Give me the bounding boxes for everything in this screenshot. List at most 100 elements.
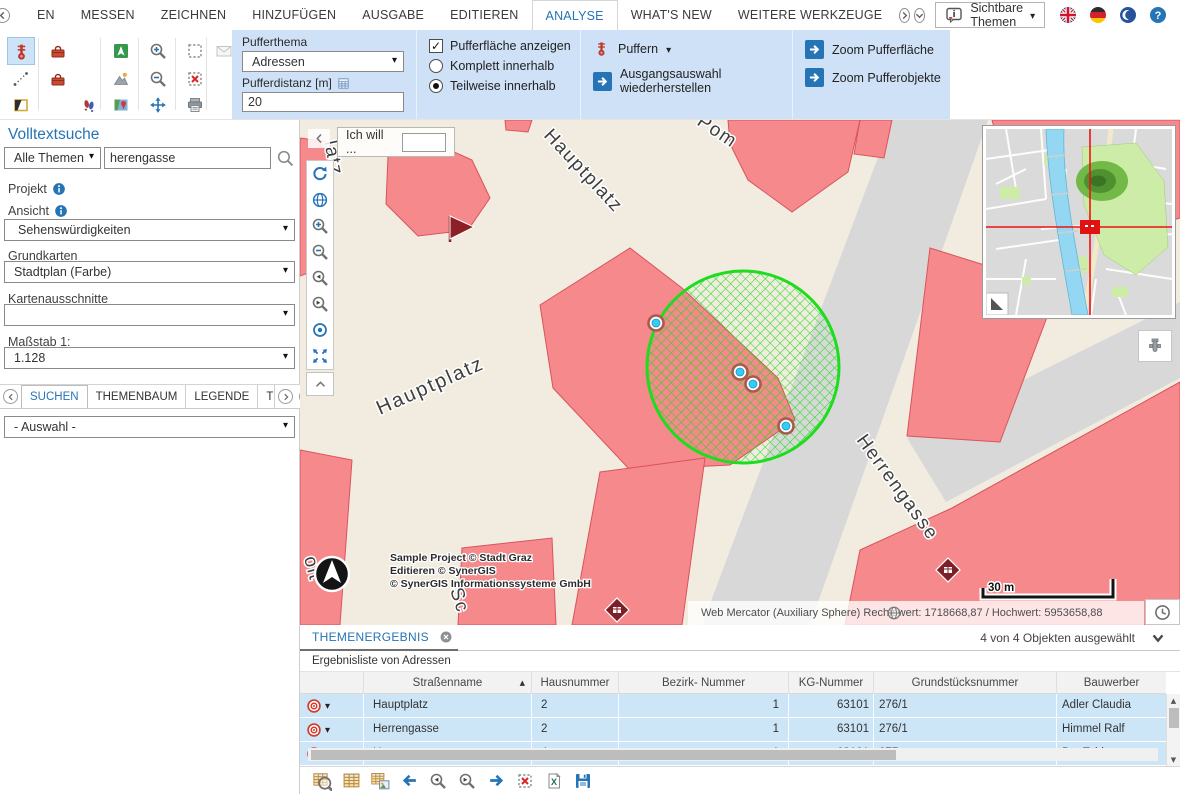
scrollbar-thumb[interactable] [1169, 708, 1179, 728]
buffer-tool-button[interactable] [8, 38, 34, 64]
ansicht-select[interactable]: Sehenswürdigkeiten [4, 219, 295, 241]
globe-full-extent-button[interactable] [307, 187, 333, 213]
calculator-icon[interactable] [337, 77, 350, 90]
komplett-innerhalb-radio[interactable] [429, 59, 443, 73]
search-scope-select[interactable]: Alle Themen [4, 147, 101, 169]
menu-item-zeichnen[interactable]: ZEICHNEN [148, 0, 240, 30]
puffern-button[interactable]: Puffern [593, 40, 792, 57]
full-extent-expand-button[interactable] [307, 343, 333, 369]
anchor-tool-button[interactable] [1138, 330, 1172, 362]
zoom-out-button[interactable] [145, 66, 171, 92]
swipe-map-button[interactable] [8, 92, 34, 118]
save-results-button[interactable] [573, 771, 593, 791]
collapse-sidebar-button[interactable] [308, 129, 330, 148]
ich-will-input[interactable] [402, 133, 446, 152]
teilweise-innerhalb-radio[interactable] [429, 79, 443, 93]
horizontal-scrollbar[interactable] [308, 748, 1158, 761]
scrollbar-thumb[interactable] [311, 750, 896, 760]
menu-item-analyse[interactable]: ANALYSE [532, 0, 618, 30]
menu-overflow-icon[interactable] [914, 8, 925, 23]
copy-table-button[interactable] [370, 771, 390, 791]
zoom-in-button[interactable] [145, 38, 171, 64]
zoom-buffer-area-button[interactable]: Zoom Pufferfläche [805, 40, 950, 59]
menu-item-ausgabe[interactable]: AUSGABE [349, 0, 437, 30]
ich-will-search-box[interactable]: Ich will ... [337, 127, 455, 157]
pan-button[interactable] [145, 92, 171, 118]
kartenausschnitte-select[interactable] [4, 304, 295, 326]
refresh-map-button[interactable] [307, 161, 333, 187]
language-german-icon[interactable] [1089, 6, 1107, 24]
menu-item-editieren[interactable]: EDITIEREN [437, 0, 531, 30]
close-tab-icon[interactable] [439, 630, 453, 644]
tab-legende[interactable]: LEGENDE [186, 385, 258, 408]
menu-item-hinzufuegen[interactable]: HINZUFÜGEN [239, 0, 349, 30]
tabs-scroll-left-icon[interactable] [3, 389, 18, 404]
zoom-out-map-button[interactable] [307, 239, 333, 265]
routing-footprints-button[interactable] [76, 92, 102, 118]
navigate-arrow-button[interactable] [108, 38, 134, 64]
menu-item-weitere-werkzeuge[interactable]: WEITERE WERKZEUGE [725, 0, 895, 30]
table-row[interactable]: Herrengasse 2 1 63101 276/1 Himmel Ralf [300, 718, 1166, 742]
auswahl-select[interactable]: - Auswahl - [4, 416, 295, 438]
info-icon[interactable] [52, 182, 66, 196]
export-excel-button[interactable]: X [544, 771, 564, 791]
night-mode-moon-icon[interactable] [1119, 6, 1137, 24]
tabs-scroll-right-icon[interactable] [278, 389, 293, 404]
fulltext-search-input[interactable] [104, 147, 271, 169]
table-row[interactable]: Hauptplatz 2 1 63101 276/1 Adler Claudia [300, 694, 1166, 718]
zoom-in-map-button[interactable] [307, 213, 333, 239]
scroll-up-icon[interactable]: ▲ [1167, 694, 1180, 707]
pufferthema-select[interactable]: Adressen [242, 51, 404, 72]
grundkarten-select[interactable]: Stadtplan (Farbe) [4, 261, 295, 283]
menu-item-en[interactable]: EN [24, 0, 68, 30]
menu-scroll-left-icon[interactable] [0, 8, 10, 23]
next-record-button[interactable] [486, 771, 506, 791]
menu-item-messen[interactable]: MESSEN [68, 0, 148, 30]
info-icon[interactable] [54, 204, 68, 218]
tab-themenbaum[interactable]: THEMENBAUM [88, 385, 187, 408]
zoom-to-feature-icon[interactable] [306, 698, 322, 714]
column-strassenname[interactable]: Straßenname [364, 672, 532, 694]
collapse-map-toolbar-button[interactable] [306, 372, 334, 396]
menu-scroll-right-icon[interactable] [899, 8, 910, 23]
row-menu-icon[interactable] [325, 719, 330, 742]
menu-item-whats-new[interactable]: WHAT'S NEW [618, 0, 725, 30]
clear-result-selection-button[interactable] [515, 771, 535, 791]
clear-selection-button[interactable] [182, 66, 208, 92]
pufferdistanz-input[interactable] [242, 92, 404, 112]
zoom-to-feature-icon[interactable] [306, 722, 322, 738]
measure-line-button[interactable] [8, 66, 34, 92]
history-clock-button[interactable] [1145, 599, 1180, 625]
map-pin-button[interactable] [108, 92, 134, 118]
zoom-next-button[interactable] [307, 291, 333, 317]
show-table-button[interactable] [341, 771, 361, 791]
column-hausnummer[interactable]: Hausnummer [532, 672, 619, 694]
help-icon[interactable]: ? [1149, 6, 1167, 24]
pufferflaeche-anzeigen-checkbox[interactable] [429, 39, 443, 53]
previous-record-button[interactable] [399, 771, 419, 791]
tab-themenergebnis[interactable]: THEMENERGEBNIS [300, 625, 458, 651]
vertical-scrollbar[interactable]: ▲ ▼ [1166, 694, 1180, 766]
language-english-icon[interactable] [1059, 6, 1077, 24]
scroll-down-icon[interactable]: ▼ [1167, 753, 1180, 766]
toolbox-2-button[interactable] [45, 66, 71, 92]
tab-suchen[interactable]: SUCHEN [21, 385, 88, 408]
restore-selection-button[interactable]: Ausgangsauswahl wiederherstellen [593, 67, 792, 95]
massstab-select[interactable]: 1.128 [4, 347, 295, 369]
column-bezirk-nummer[interactable]: Bezirk- Nummer [619, 672, 789, 694]
overview-collapse-icon[interactable] [986, 293, 1008, 315]
search-in-table-button[interactable] [312, 771, 332, 791]
select-rectangle-button[interactable] [182, 38, 208, 64]
zoom-previous-result-button[interactable] [428, 771, 448, 791]
toolbox-button[interactable] [45, 38, 71, 64]
overview-map[interactable] [983, 126, 1175, 318]
column-grundstuecksnummer[interactable]: Grundstücksnummer [874, 672, 1057, 694]
zoom-previous-button[interactable] [307, 265, 333, 291]
landscape-view-button[interactable] [108, 66, 134, 92]
visible-themes-dropdown[interactable]: Sichtbare Themen [935, 2, 1045, 28]
search-icon[interactable] [276, 149, 295, 168]
zoom-next-result-button[interactable] [457, 771, 477, 791]
zoom-buffer-objects-button[interactable]: Zoom Pufferobjekte [805, 68, 950, 87]
column-bauwerber[interactable]: Bauwerber [1057, 672, 1166, 694]
row-menu-icon[interactable] [325, 695, 330, 718]
